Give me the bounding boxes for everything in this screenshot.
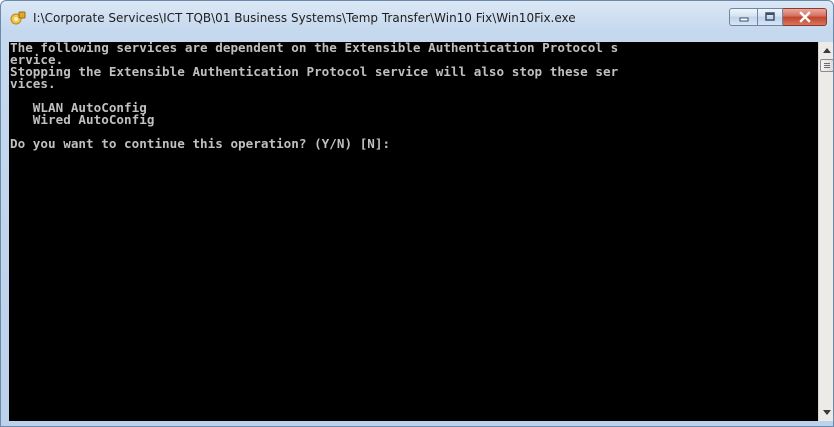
- chevron-up-icon: [823, 48, 831, 53]
- chevron-down-icon: [823, 410, 831, 415]
- maximize-button[interactable]: [757, 8, 783, 26]
- console-output[interactable]: The following services are dependent on …: [9, 42, 818, 421]
- thumb-grip: [824, 65, 830, 66]
- title-bar[interactable]: I:\Corporate Services\ICT TQB\01 Busines…: [1, 1, 833, 35]
- console-text: The following services are dependent on …: [10, 42, 619, 151]
- scroll-thumb[interactable]: [820, 59, 833, 72]
- vertical-scrollbar[interactable]: [818, 42, 833, 421]
- window-bottom-border: [1, 421, 833, 426]
- scroll-down-button[interactable]: [819, 404, 833, 421]
- minimize-button[interactable]: [729, 8, 757, 26]
- maximize-icon: [765, 12, 775, 21]
- window-title: I:\Corporate Services\ICT TQB\01 Busines…: [33, 11, 576, 25]
- minimize-icon: [739, 17, 748, 22]
- close-icon: [798, 11, 811, 23]
- console-window: I:\Corporate Services\ICT TQB\01 Busines…: [0, 0, 834, 427]
- thumb-grip: [824, 67, 830, 68]
- close-button[interactable]: [783, 8, 827, 26]
- caption-buttons: [729, 8, 827, 28]
- scroll-up-button[interactable]: [819, 42, 833, 59]
- thumb-grip: [824, 63, 830, 64]
- app-icon[interactable]: [10, 10, 26, 26]
